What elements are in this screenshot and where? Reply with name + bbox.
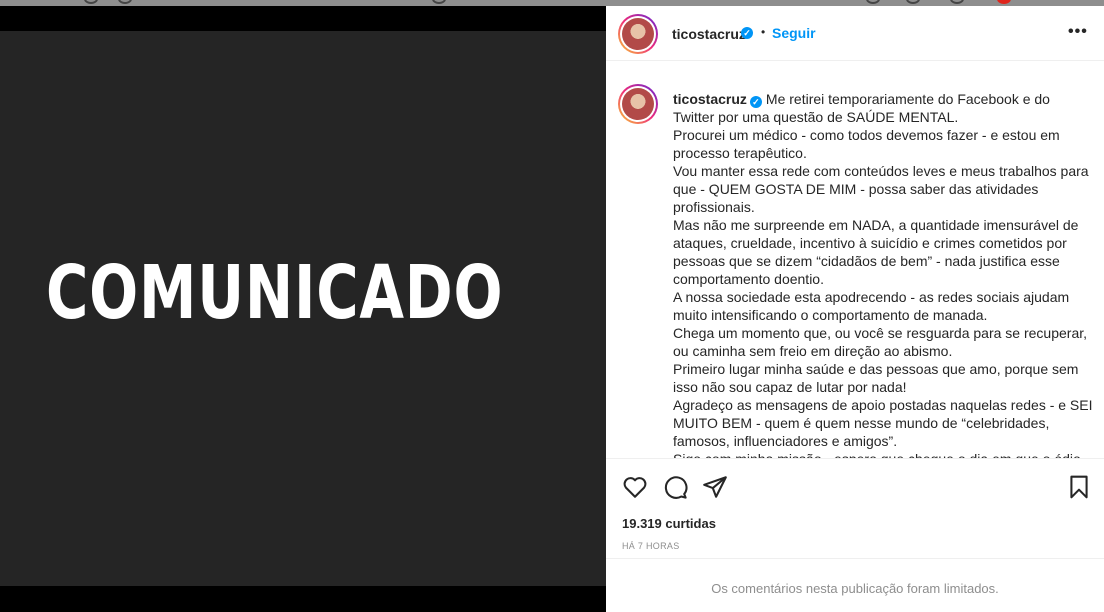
post-time[interactable]: HÁ 7 HORAS [622,541,680,551]
caption-area[interactable]: ticostacruz ✓ Me retirei temporariamente d… [606,62,1104,459]
comments-section: Os comentários nesta publicação foram li… [606,558,1104,612]
partial-icon [906,0,920,4]
verified-icon: ✓ [749,96,762,108]
caption-line: Vou manter essa rede com conteúdos leves… [673,163,1089,215]
caption-line: Primeiro lugar minha saúde e das pessoas… [673,361,1079,395]
follow-button[interactable]: Seguir [772,25,816,41]
caption-line: Mas não me surpreende em NADA, a quantid… [673,217,1079,287]
partial-icon [84,0,98,4]
separator-dot: • [761,25,766,39]
bookmark-icon[interactable] [1066,474,1092,500]
partial-icon [432,0,446,4]
caption-line: Agradeço as mensagens de apoio postadas … [673,397,1093,449]
username-link[interactable]: ticostacruz [672,26,746,42]
more-options-icon[interactable]: ••• [1068,23,1088,41]
caption-line: Sigo com minha missão - espero que chegu… [673,451,1081,459]
caption-username[interactable]: ticostacruz [673,91,747,107]
partial-icon [950,0,964,4]
action-bar [606,472,1104,502]
heart-icon[interactable] [622,474,648,500]
caption-avatar[interactable] [618,84,658,124]
comment-icon[interactable] [662,474,688,500]
caption-line: A nossa sociedade esta apodrecendo - as … [673,289,1070,323]
send-icon[interactable] [702,474,728,500]
post-media[interactable]: COMUNICADO [0,6,606,612]
media-headline: COMUNICADO [46,250,504,336]
likes-count[interactable]: 19.319 curtidas [622,516,716,531]
post-header: ticostacruz ✓ • Seguir ••• [606,6,1104,61]
avatar[interactable] [618,14,658,54]
caption-line: Chega um momento que, ou você se resguar… [673,325,1088,359]
media-image: COMUNICADO [0,31,606,586]
post-sidebar: ticostacruz ✓ • Seguir ••• ticostacruz ✓ M… [606,6,1104,612]
verified-icon: ✓ [741,27,753,39]
notification-badge [997,0,1011,4]
caption-line: Procurei um médico - como todos devemos … [673,127,1060,161]
partial-icon [118,0,132,4]
caption: ticostacruz ✓ Me retirei temporariamente d… [673,90,1093,459]
partial-icon [866,0,880,4]
comments-limited-text: Os comentários nesta publicação foram li… [711,581,999,596]
